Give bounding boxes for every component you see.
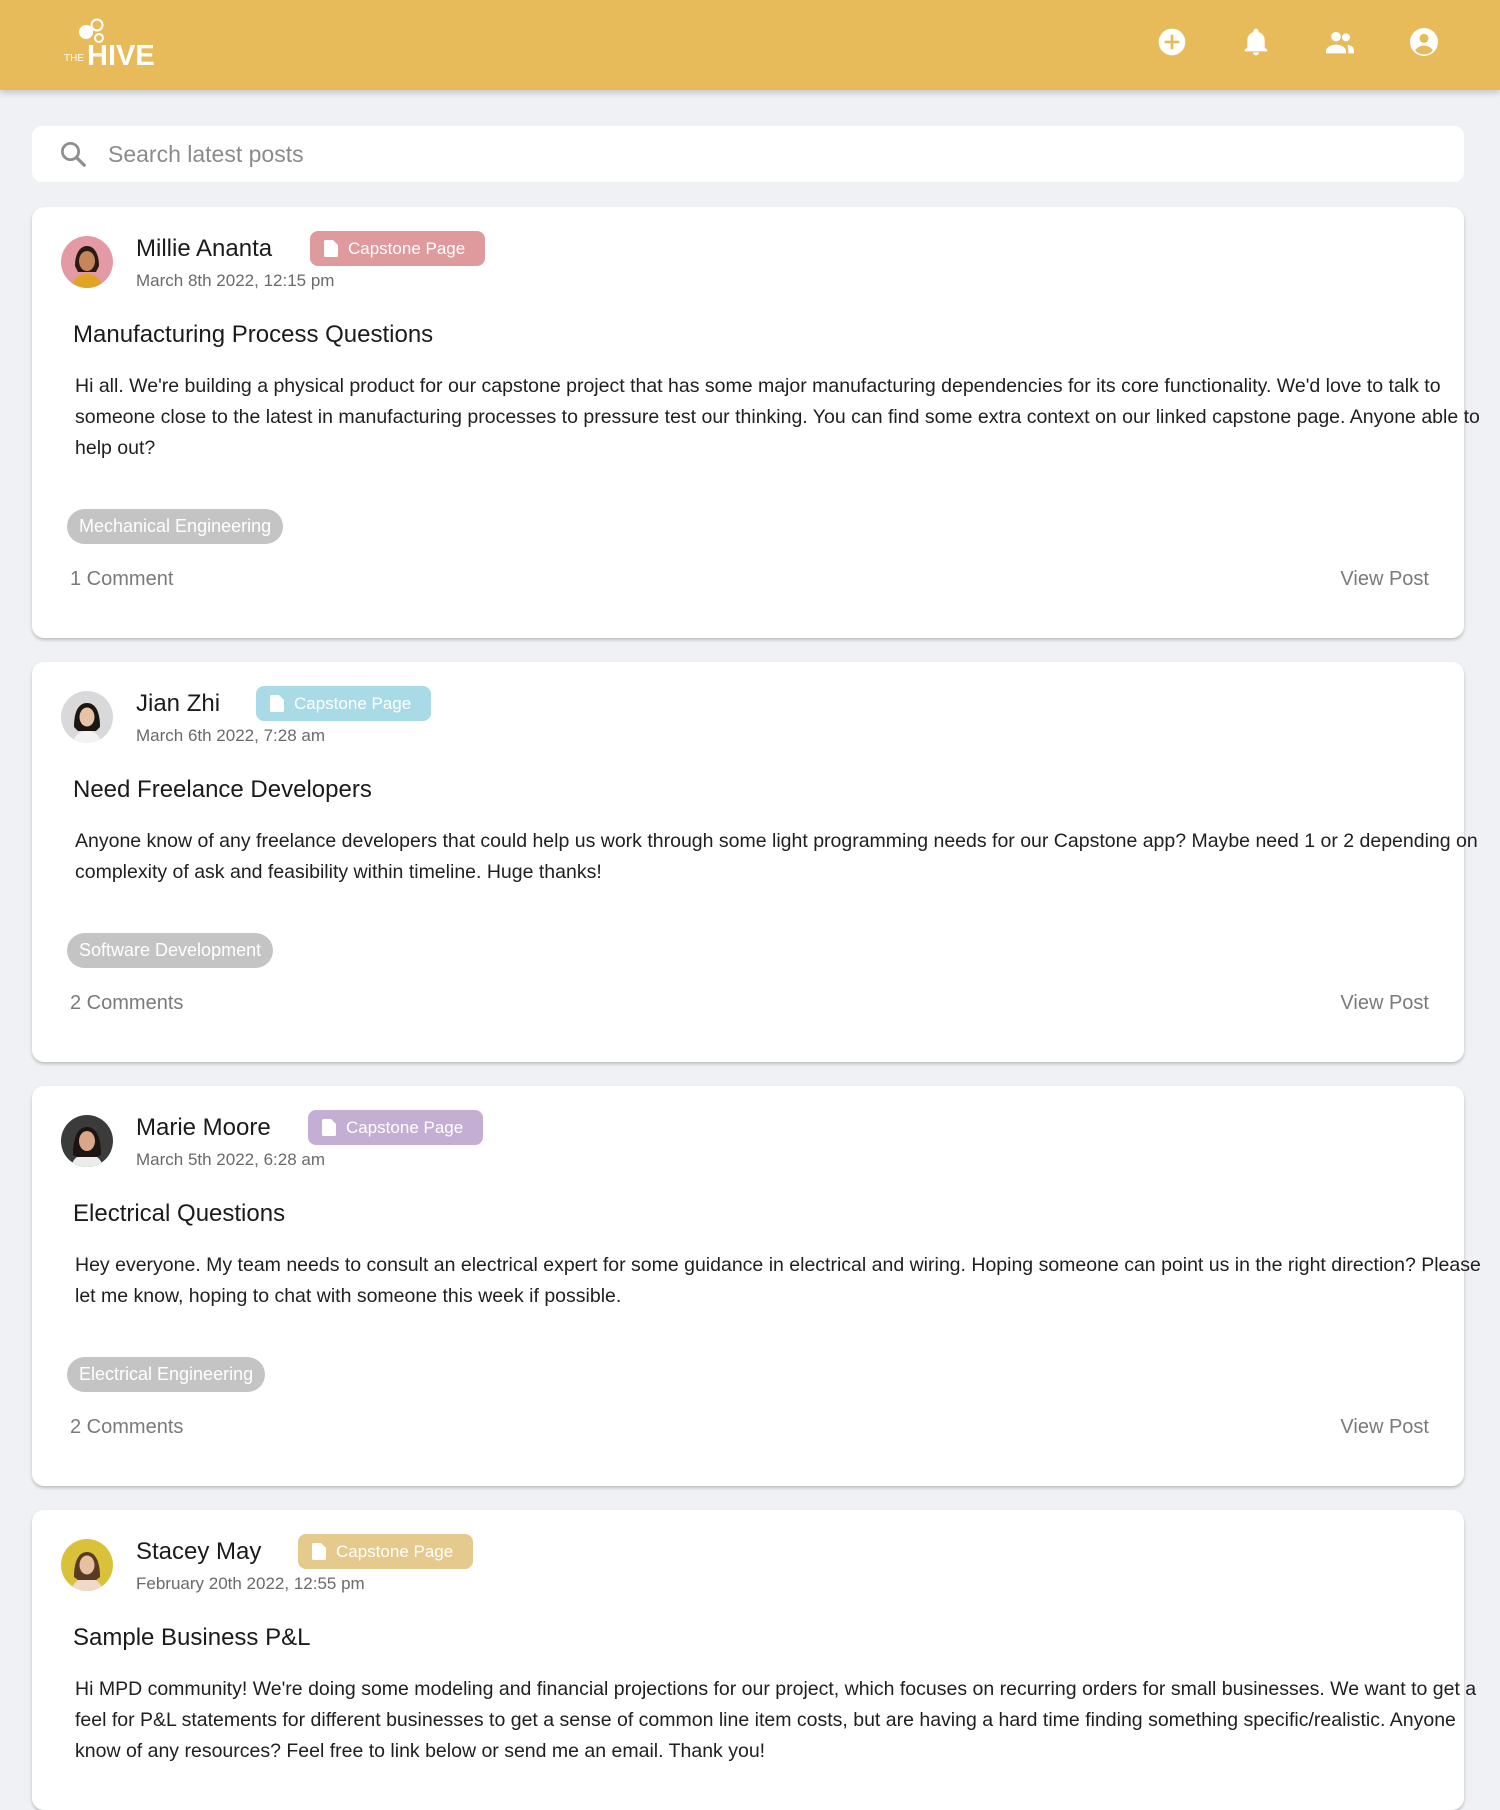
comment-count[interactable]: 2 Comments	[70, 992, 183, 1015]
document-icon	[322, 1119, 336, 1136]
post-body: Hey everyone. My team needs to consult a…	[75, 1254, 1481, 1307]
post-body: Hi MPD community! We're doing some model…	[75, 1678, 1477, 1762]
search-bar	[32, 126, 1464, 182]
comment-count[interactable]: 2 Comments	[70, 1416, 183, 1439]
badge-label: Capstone Page	[294, 693, 412, 713]
avatar[interactable]	[61, 1539, 113, 1591]
view-post-link[interactable]: View Post	[1340, 1416, 1429, 1439]
avatar[interactable]	[61, 1115, 113, 1167]
post-title[interactable]: Electrical Questions	[73, 1200, 285, 1228]
view-post-link[interactable]: View Post	[1340, 992, 1429, 1015]
post-date: March 5th 2022, 6:28 am	[136, 1150, 326, 1169]
document-icon	[312, 1543, 326, 1560]
people-icon[interactable]	[1324, 26, 1356, 58]
post-card: Millie Ananta Capstone Page March 8th 20…	[32, 207, 1480, 638]
post-card: Jian Zhi Capstone Page March 6th 2022, 7…	[32, 662, 1478, 1062]
avatar[interactable]	[61, 236, 113, 288]
badge-label: Capstone Page	[348, 238, 466, 258]
post-title[interactable]: Sample Business P&L	[73, 1624, 310, 1652]
bell-icon[interactable]	[1240, 26, 1272, 58]
badge-label: Capstone Page	[346, 1117, 464, 1137]
search-input[interactable]	[106, 139, 1410, 169]
avatar[interactable]	[61, 691, 113, 743]
topic-tag[interactable]: Electrical Engineering	[67, 1357, 266, 1392]
post-date: March 8th 2022, 12:15 pm	[136, 271, 335, 290]
capstone-page-badge[interactable]: Capstone Page	[310, 231, 486, 266]
post-date: February 20th 2022, 12:55 pm	[136, 1574, 365, 1593]
author-name[interactable]: Millie Ananta	[136, 235, 272, 263]
view-post-link[interactable]: View Post	[1340, 568, 1429, 591]
post-card: Stacey May Capstone Page February 20th 2…	[32, 1510, 1476, 1810]
comment-count[interactable]: 1 Comment	[70, 568, 173, 591]
post-title[interactable]: Need Freelance Developers	[73, 776, 372, 804]
search-icon	[61, 142, 86, 167]
topic-tag[interactable]: Software Development	[67, 933, 274, 968]
capstone-page-badge[interactable]: Capstone Page	[256, 686, 432, 721]
post-card: Marie Moore Capstone Page March 5th 2022…	[32, 1086, 1481, 1486]
hive-logo[interactable]: THE HIVE	[62, 14, 182, 70]
post-body: Hi all. We're building a physical produc…	[75, 375, 1480, 459]
top-bar: THE HIVE	[0, 0, 1500, 90]
post-body: Anyone know of any freelance developers …	[75, 830, 1478, 883]
author-name[interactable]: Jian Zhi	[136, 690, 220, 718]
post-date: March 6th 2022, 7:28 am	[136, 726, 326, 745]
capstone-page-badge[interactable]: Capstone Page	[308, 1110, 484, 1145]
topic-tag[interactable]: Mechanical Engineering	[67, 509, 284, 544]
badge-label: Capstone Page	[336, 1541, 454, 1561]
header-actions	[1156, 26, 1440, 58]
author-name[interactable]: Stacey May	[136, 1538, 261, 1566]
logo-the: THE	[64, 53, 84, 64]
author-name[interactable]: Marie Moore	[136, 1114, 271, 1142]
add-circle-icon[interactable]	[1156, 26, 1188, 58]
logo-hive: HIVE	[87, 40, 155, 70]
capstone-page-badge[interactable]: Capstone Page	[298, 1534, 474, 1569]
document-icon	[324, 240, 338, 257]
post-title[interactable]: Manufacturing Process Questions	[73, 321, 433, 349]
document-icon	[270, 695, 284, 712]
account-circle-icon[interactable]	[1408, 26, 1440, 58]
